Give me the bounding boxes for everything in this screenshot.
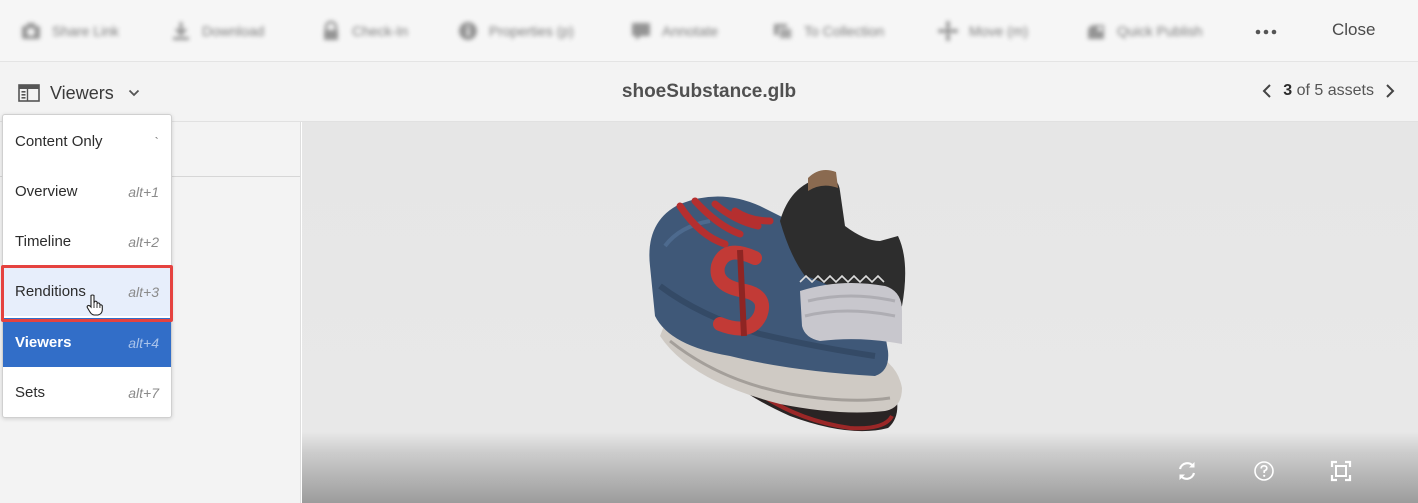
menu-item-shortcut: alt+4 [128, 334, 159, 351]
menu-item-shortcut: alt+7 [128, 384, 159, 401]
properties-button[interactable]: Properties (p) [457, 20, 574, 42]
menu-item-shortcut: ` [154, 133, 159, 150]
menu-item-content-only[interactable]: Content Only ` [3, 117, 171, 166]
pager-text: 3 of 5 assets [1283, 82, 1374, 100]
previous-asset-button[interactable] [1261, 83, 1273, 99]
menu-item-viewers[interactable]: Viewers alt+4 [3, 318, 171, 367]
publish-icon [1088, 25, 1104, 39]
share-link-icon [22, 23, 40, 39]
download-icon [173, 22, 189, 40]
viewer-controls [302, 439, 1418, 503]
menu-item-shortcut: alt+1 [128, 183, 159, 200]
annotate-label: Annotate [662, 23, 719, 39]
annotate-button[interactable]: Annotate [630, 20, 718, 42]
asset-title: shoeSubstance.glb [621, 81, 797, 102]
menu-item-label: Viewers [15, 334, 72, 351]
check-in-label: Check-In [352, 23, 409, 39]
help-button[interactable] [1252, 459, 1276, 483]
annotate-icon [632, 23, 650, 40]
share-link-button[interactable]: Share Link [20, 20, 119, 42]
more-actions-button[interactable] [1254, 20, 1278, 44]
asset-pager: 3 of 5 assets [1261, 82, 1396, 100]
lock-icon [324, 20, 338, 40]
fullscreen-icon [1330, 460, 1352, 482]
3d-viewer[interactable] [302, 122, 1418, 503]
hand-cursor-icon [86, 294, 103, 316]
check-in-button[interactable]: Check-In [320, 20, 408, 42]
menu-item-label: Timeline [15, 233, 72, 250]
menu-item-shortcut: alt+2 [128, 233, 159, 250]
quick-publish-label: Quick Publish [1117, 23, 1203, 39]
close-button[interactable]: Close [1332, 20, 1375, 40]
move-button[interactable]: Move (m) [937, 20, 1028, 42]
properties-label: Properties (p) [489, 23, 574, 39]
pager-current: 3 [1283, 82, 1293, 99]
ellipsis-icon [1255, 29, 1277, 35]
collection-icon [774, 24, 793, 40]
shoe-model-image[interactable] [640, 166, 930, 441]
menu-item-overview[interactable]: Overview alt+1 [3, 167, 171, 216]
share-link-label: Share Link [52, 23, 119, 39]
action-bar: Share Link Download Check-In Properties … [0, 0, 1418, 62]
move-label: Move (m) [969, 23, 1029, 39]
menu-item-label: Content Only [15, 133, 103, 150]
menu-item-label: Sets [15, 384, 46, 401]
move-icon [938, 21, 958, 41]
reset-view-button[interactable] [1175, 459, 1199, 483]
pager-suffix: of 5 assets [1296, 82, 1374, 99]
quick-publish-button[interactable]: Quick Publish [1085, 20, 1203, 42]
reset-icon [1178, 462, 1196, 480]
menu-item-label: Overview [15, 183, 78, 200]
download-button[interactable]: Download [170, 20, 264, 42]
menu-item-timeline[interactable]: Timeline alt+2 [3, 217, 171, 266]
asset-header: Viewers shoeSubstance.glb 3 of 5 assets [0, 62, 1418, 122]
next-asset-button[interactable] [1384, 83, 1396, 99]
to-collection-label: To Collection [804, 23, 885, 39]
info-icon [459, 22, 477, 40]
download-label: Download [202, 23, 265, 39]
fullscreen-button[interactable] [1329, 459, 1353, 483]
menu-item-sets[interactable]: Sets alt+7 [3, 368, 171, 417]
help-icon [1254, 461, 1274, 481]
to-collection-button[interactable]: To Collection [772, 20, 884, 42]
